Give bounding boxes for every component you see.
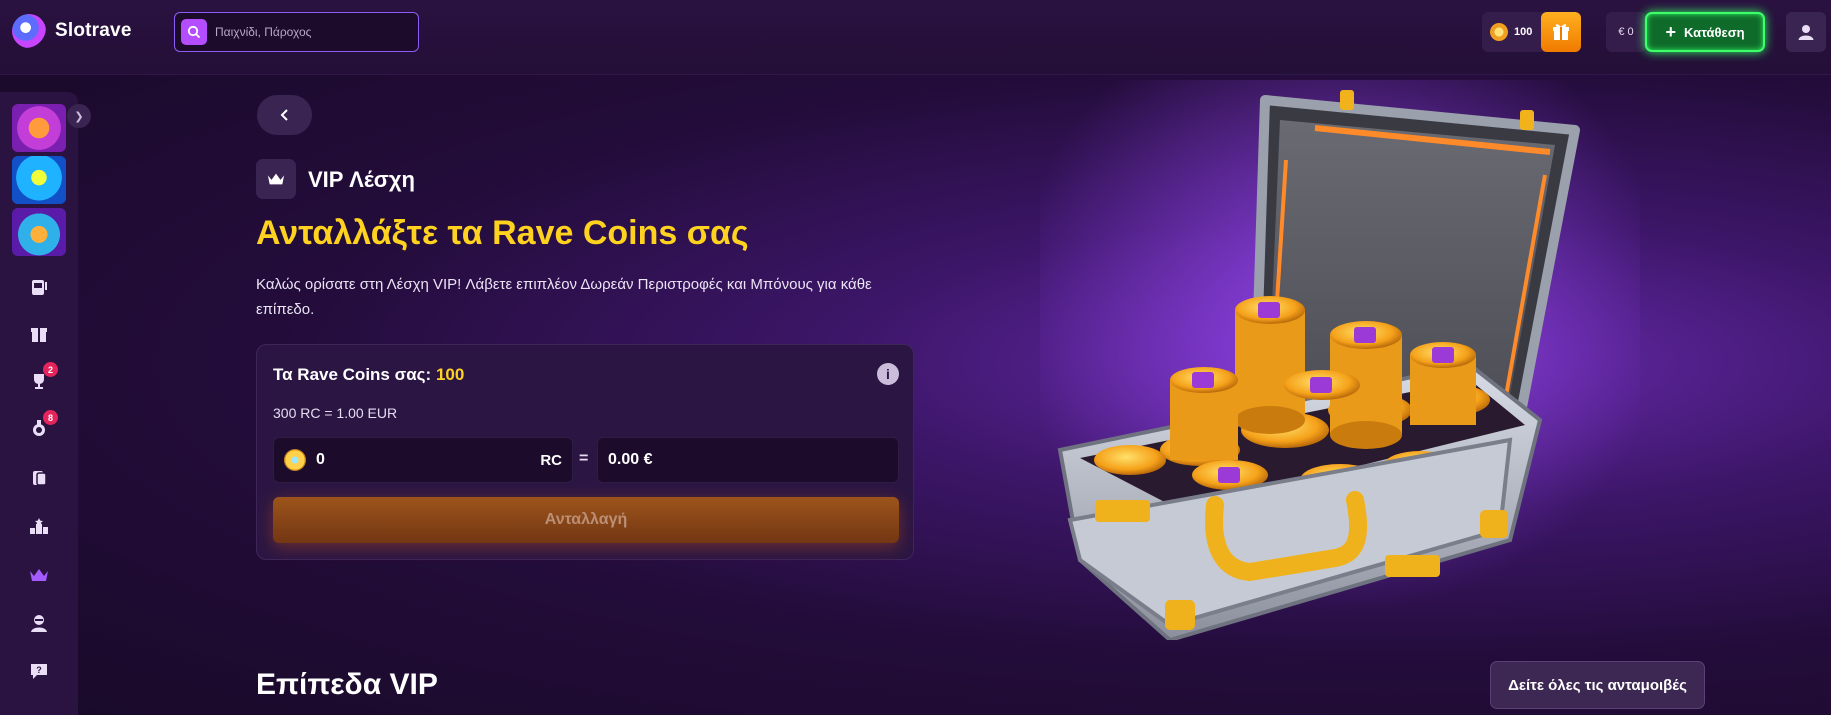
- crown-icon: [267, 173, 285, 185]
- coins-heading: Τα Rave Coins σας: 100: [273, 365, 464, 385]
- search-box[interactable]: [174, 12, 419, 52]
- tournaments-badge: 2: [43, 362, 58, 377]
- rc-amount-field[interactable]: RC: [273, 437, 573, 483]
- search-input[interactable]: [215, 25, 405, 39]
- gift-box-icon: [31, 328, 47, 342]
- top-bar: Slotrave 100 € 0 + Κατάθεση: [0, 0, 1831, 75]
- back-button[interactable]: [257, 95, 312, 135]
- help-chat-icon: ?: [31, 664, 47, 679]
- rc-amount-input[interactable]: [316, 451, 516, 469]
- section-label: VIP Λέσχη: [308, 167, 415, 192]
- briefcase-coins-illustration: [1040, 80, 1640, 640]
- vip-crown-badge: [256, 159, 296, 199]
- plus-icon: +: [1665, 22, 1676, 42]
- coins-heading-value: 100: [435, 365, 465, 384]
- svg-text:?: ?: [36, 665, 42, 675]
- rc-unit-label: RC: [540, 451, 562, 469]
- deposit-label: Κατάθεση: [1683, 24, 1745, 40]
- cards-icon: [33, 471, 47, 486]
- info-icon[interactable]: i: [877, 363, 899, 385]
- view-all-rewards-button[interactable]: Δείτε όλες τις ανταμοιβές: [1490, 661, 1705, 709]
- page-description: Καλώς ορίσατε στη Λέσχη VIP! Λάβετε επιπ…: [256, 276, 872, 318]
- sidebar-item-support-agent[interactable]: [25, 609, 53, 637]
- chevron-right-icon: ❯: [74, 110, 84, 123]
- sidebar-item-gifts[interactable]: [25, 320, 53, 348]
- sidebar-item-slots[interactable]: [25, 273, 53, 301]
- eur-amount-field: [597, 437, 899, 483]
- search-icon: [181, 19, 207, 45]
- sidebar-cocktail-promo[interactable]: [12, 156, 66, 204]
- logo[interactable]: Slotrave: [12, 14, 132, 48]
- coins-heading-label: Τα Rave Coins σας:: [273, 365, 432, 384]
- exchange-card: Τα Rave Coins σας: 100 i 300 RC = 1.00 E…: [256, 344, 914, 560]
- user-account-button[interactable]: [1786, 12, 1826, 52]
- sidebar-wheel-promo[interactable]: [12, 104, 66, 152]
- sidebar-item-help[interactable]: ?: [25, 657, 53, 685]
- rave-coin-icon: [1490, 23, 1508, 41]
- sidebar-item-leaderboard[interactable]: [25, 512, 53, 540]
- rave-coins-value: 100: [1514, 26, 1533, 38]
- crown-icon: [30, 569, 48, 581]
- gift-icon: [1553, 24, 1569, 40]
- achievements-badge: 8: [43, 410, 58, 425]
- eur-amount-output: [608, 451, 808, 469]
- exchange-button[interactable]: Ανταλλαγή: [273, 497, 899, 543]
- sidebar-item-vip[interactable]: [25, 561, 53, 589]
- equals-sign: =: [579, 450, 589, 467]
- leaderboard-icon: [30, 518, 48, 534]
- rave-coin-icon: [284, 449, 306, 471]
- wallet-balance[interactable]: € 0: [1606, 12, 1646, 52]
- sidebar-treasure-promo[interactable]: [12, 208, 66, 256]
- vip-levels-heading: Επίπεδα VIP: [256, 668, 438, 701]
- exchange-rate: 300 RC = 1.00 EUR: [273, 405, 398, 421]
- logo-icon: [12, 14, 46, 48]
- gift-button[interactable]: [1541, 12, 1581, 52]
- logo-text: Slotrave: [55, 20, 132, 41]
- chevron-left-icon: [280, 109, 288, 121]
- user-icon: [1798, 25, 1814, 40]
- sidebar-item-live-casino[interactable]: [25, 464, 53, 492]
- page-title: Ανταλλάξτε τα Rave Coins σας: [256, 214, 749, 252]
- deposit-button[interactable]: + Κατάθεση: [1645, 12, 1765, 52]
- sidebar-expand-button[interactable]: ❯: [67, 104, 91, 128]
- slot-machine-icon: [32, 280, 47, 295]
- agent-icon: [31, 615, 47, 632]
